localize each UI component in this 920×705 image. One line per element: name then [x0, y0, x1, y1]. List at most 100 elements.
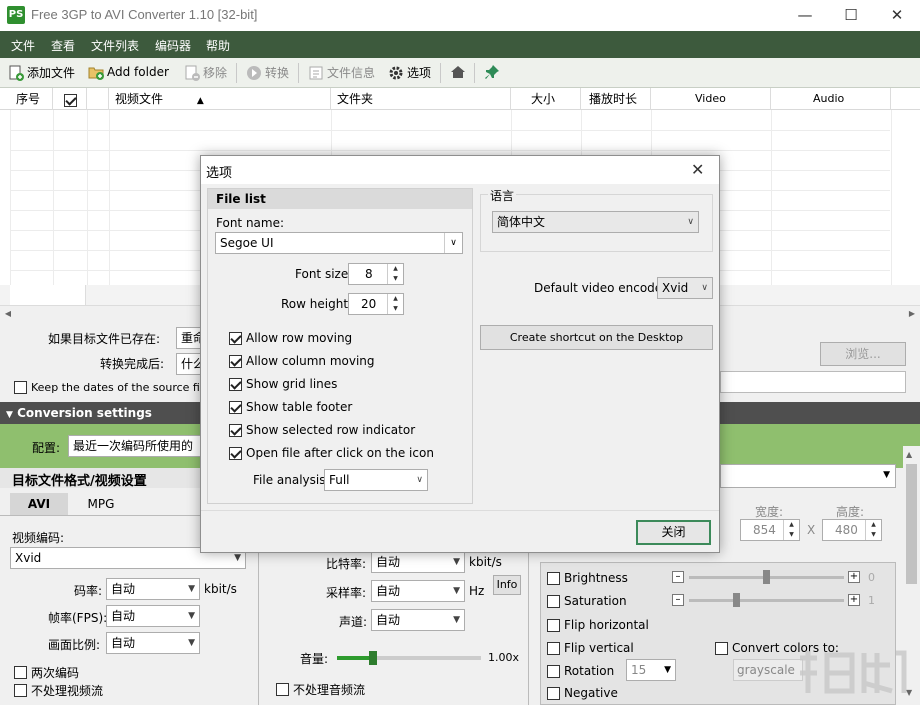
option-allow-row-moving[interactable]: Allow row moving [229, 331, 352, 345]
col-video-file[interactable]: 视频文件 ▲ [109, 88, 331, 110]
close-icon[interactable]: ✕ [874, 0, 920, 31]
col-duration[interactable]: 播放时长 [581, 88, 651, 110]
rotation-checkbox[interactable] [547, 664, 560, 678]
no-video-checkbox[interactable] [14, 684, 27, 697]
brightness-checkbox[interactable] [547, 571, 560, 585]
add-folder-button[interactable]: Add folder [88, 64, 169, 80]
select-all-checkbox[interactable] [64, 94, 77, 107]
maximize-icon[interactable]: ☐ [828, 0, 874, 31]
info-button[interactable]: Info [493, 575, 521, 595]
flip-v-row[interactable]: Flip vertical [547, 641, 634, 655]
option-open-file-on-icon[interactable]: Open file after click on the icon [229, 446, 434, 460]
bitrate-select[interactable]: 自动 ▼ [106, 578, 200, 600]
channels-select[interactable]: 自动 ▼ [371, 609, 465, 631]
scroll-up-icon[interactable]: ▲ [906, 450, 912, 459]
browse-button[interactable]: 浏览... [820, 342, 906, 366]
option-allow-column-moving[interactable]: Allow column moving [229, 354, 375, 368]
font-size-input[interactable]: 8 ▲ ▼ [348, 263, 404, 285]
create-shortcut-button[interactable]: Create shortcut on the Desktop [480, 325, 713, 350]
flip-h-checkbox[interactable] [547, 618, 560, 632]
two-pass-row[interactable]: 两次编码 [14, 664, 79, 681]
menu-help[interactable]: 帮助 [206, 37, 230, 54]
brightness-thumb[interactable] [763, 570, 770, 584]
scroll-left-icon[interactable]: ◀ [0, 306, 16, 321]
pin-button[interactable] [484, 64, 500, 80]
file-analysis-select[interactable]: Full ∨ [324, 469, 428, 491]
negative-row[interactable]: Negative [547, 686, 618, 700]
plus-icon[interactable]: + [848, 594, 860, 606]
open-file-on-icon-checkbox[interactable] [229, 446, 242, 460]
home-button[interactable] [450, 64, 466, 80]
col-audio[interactable]: Audio [771, 88, 891, 110]
minus-icon[interactable]: – [672, 594, 684, 606]
keep-dates-checkbox[interactable] [14, 381, 27, 394]
brightness-row[interactable]: Brightness [547, 571, 628, 585]
profile-extra-select[interactable]: ▼ [720, 464, 896, 488]
option-show-table-footer[interactable]: Show table footer [229, 400, 352, 414]
saturation-row[interactable]: Saturation [547, 594, 627, 608]
saturation-thumb[interactable] [733, 593, 740, 607]
col-video[interactable]: Video [651, 88, 771, 110]
no-video-row[interactable]: 不处理视频流 [14, 682, 103, 699]
menu-encoder[interactable]: 编码器 [155, 37, 191, 54]
no-audio-row[interactable]: 不处理音频流 [276, 681, 365, 698]
output-folder-input[interactable] [720, 371, 906, 393]
show-table-footer-checkbox[interactable] [229, 400, 242, 414]
options-button[interactable]: 选项 [388, 64, 431, 81]
option-show-grid-lines[interactable]: Show grid lines [229, 377, 337, 391]
spin-up-icon[interactable]: ▲ [387, 264, 403, 274]
menu-view[interactable]: 查看 [51, 37, 75, 54]
rotation-select[interactable]: 15 ▼ [626, 659, 676, 681]
show-selected-row-checkbox[interactable] [229, 423, 242, 437]
saturation-checkbox[interactable] [547, 594, 560, 608]
tab-mpg[interactable]: MPG [72, 493, 130, 515]
convert-button[interactable]: 转换 [246, 64, 289, 81]
volume-slider[interactable] [337, 651, 481, 665]
col-check[interactable] [53, 88, 87, 110]
spin-up-icon[interactable]: ▲ [387, 294, 403, 304]
no-audio-checkbox[interactable] [276, 683, 289, 696]
volume-thumb[interactable] [369, 651, 377, 665]
show-grid-lines-checkbox[interactable] [229, 377, 242, 391]
spin-down-icon[interactable]: ▼ [783, 530, 799, 540]
audio-bitrate-select[interactable]: 自动 ▼ [371, 551, 465, 573]
saturation-slider[interactable] [689, 599, 844, 602]
width-input[interactable]: 854 ▲ ▼ [740, 519, 800, 541]
col-size[interactable]: 大小 [511, 88, 581, 110]
spin-up-icon[interactable]: ▲ [865, 520, 881, 530]
language-select[interactable]: 简体中文 ∨ [492, 211, 699, 233]
menu-file[interactable]: 文件 [11, 37, 35, 54]
font-name-select[interactable]: Segoe UI ∨ [215, 232, 463, 254]
dialog-close-icon[interactable]: ✕ [691, 160, 704, 179]
two-pass-checkbox[interactable] [14, 666, 27, 679]
menu-file-list[interactable]: 文件列表 [91, 37, 139, 54]
row-height-input[interactable]: 20 ▲ ▼ [348, 293, 404, 315]
spin-up-icon[interactable]: ▲ [783, 520, 799, 530]
profile-select[interactable]: 最近一次编码所使用的 [68, 435, 208, 457]
fps-select[interactable]: 自动 ▼ [106, 605, 200, 627]
scroll-right-icon[interactable]: ▶ [904, 306, 920, 321]
minimize-icon[interactable]: — [782, 0, 828, 31]
negative-checkbox[interactable] [547, 686, 560, 700]
samplerate-select[interactable]: 自动 ▼ [371, 580, 465, 602]
flip-h-row[interactable]: Flip horizontal [547, 618, 649, 632]
height-input[interactable]: 480 ▲ ▼ [822, 519, 882, 541]
allow-column-moving-checkbox[interactable] [229, 354, 242, 368]
minus-icon[interactable]: – [672, 571, 684, 583]
rotation-row[interactable]: Rotation [547, 664, 614, 678]
spin-down-icon[interactable]: ▼ [387, 304, 403, 314]
spin-down-icon[interactable]: ▼ [865, 530, 881, 540]
aspect-select[interactable]: 自动 ▼ [106, 632, 200, 654]
remove-button[interactable]: 移除 [184, 64, 227, 81]
spin-down-icon[interactable]: ▼ [387, 274, 403, 284]
dialog-close-button[interactable]: 关闭 [636, 520, 711, 545]
keep-dates-row[interactable]: Keep the dates of the source files [14, 381, 215, 394]
tab-avi[interactable]: AVI [10, 493, 68, 515]
scroll-thumb[interactable] [906, 464, 917, 584]
add-file-button[interactable]: 添加文件 [8, 64, 75, 81]
convert-colors-checkbox[interactable] [715, 641, 728, 655]
file-info-button[interactable]: 文件信息 [308, 64, 375, 81]
col-folder[interactable]: 文件夹 [331, 88, 511, 110]
allow-row-moving-checkbox[interactable] [229, 331, 242, 345]
default-encoder-select[interactable]: Xvid ∨ [657, 277, 713, 299]
